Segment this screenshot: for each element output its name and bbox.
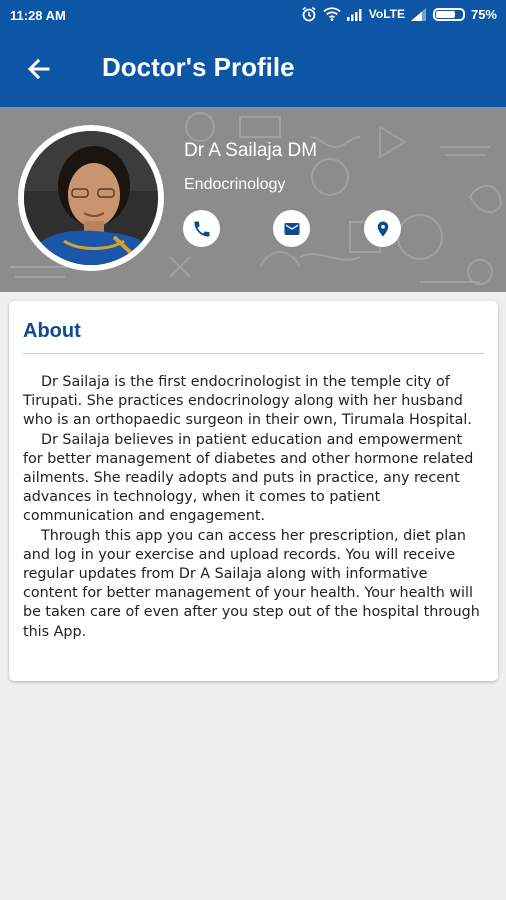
call-button[interactable] [183,210,220,247]
location-icon [377,221,388,236]
about-paragraph: Through this app you can access her pres… [23,527,480,640]
app-bar: Doctor's Profile [0,30,506,107]
email-button[interactable] [273,210,310,247]
status-bar: 11:28 AM VoLTE 75% [0,0,506,30]
email-icon [284,222,299,235]
back-button[interactable] [24,54,54,84]
page-title: Doctor's Profile [102,52,295,82]
doctor-photo [24,131,158,265]
about-divider [23,353,484,354]
about-card: About Dr Sailaja is the first endocrinol… [9,301,498,681]
profile-header: Dr A Sailaja DM Endocrinology [0,107,506,292]
location-button[interactable] [364,210,401,247]
about-heading: About [23,320,81,342]
doctor-specialty: Endocrinology [184,176,286,193]
battery-icon [432,7,465,21]
phone-icon [194,221,209,236]
signal-icon-2 [410,7,426,21]
doctor-avatar [18,125,164,271]
arrow-left-icon [27,58,50,80]
about-paragraph: Dr Sailaja is the first endocrinologist … [23,374,472,429]
status-icons: VoLTE 75% [301,6,497,22]
status-time: 11:28 AM [10,8,66,23]
wifi-icon [323,7,341,21]
about-body: Dr Sailaja is the first endocrinologist … [23,373,485,642]
about-paragraph: Dr Sailaja believes in patient education… [23,431,474,525]
carrier-label: VoLTE [368,7,405,21]
doctor-name: Dr A Sailaja DM [184,140,318,161]
battery-percent: 75% [470,6,497,22]
alarm-icon [302,6,316,22]
signal-icon [346,8,362,21]
